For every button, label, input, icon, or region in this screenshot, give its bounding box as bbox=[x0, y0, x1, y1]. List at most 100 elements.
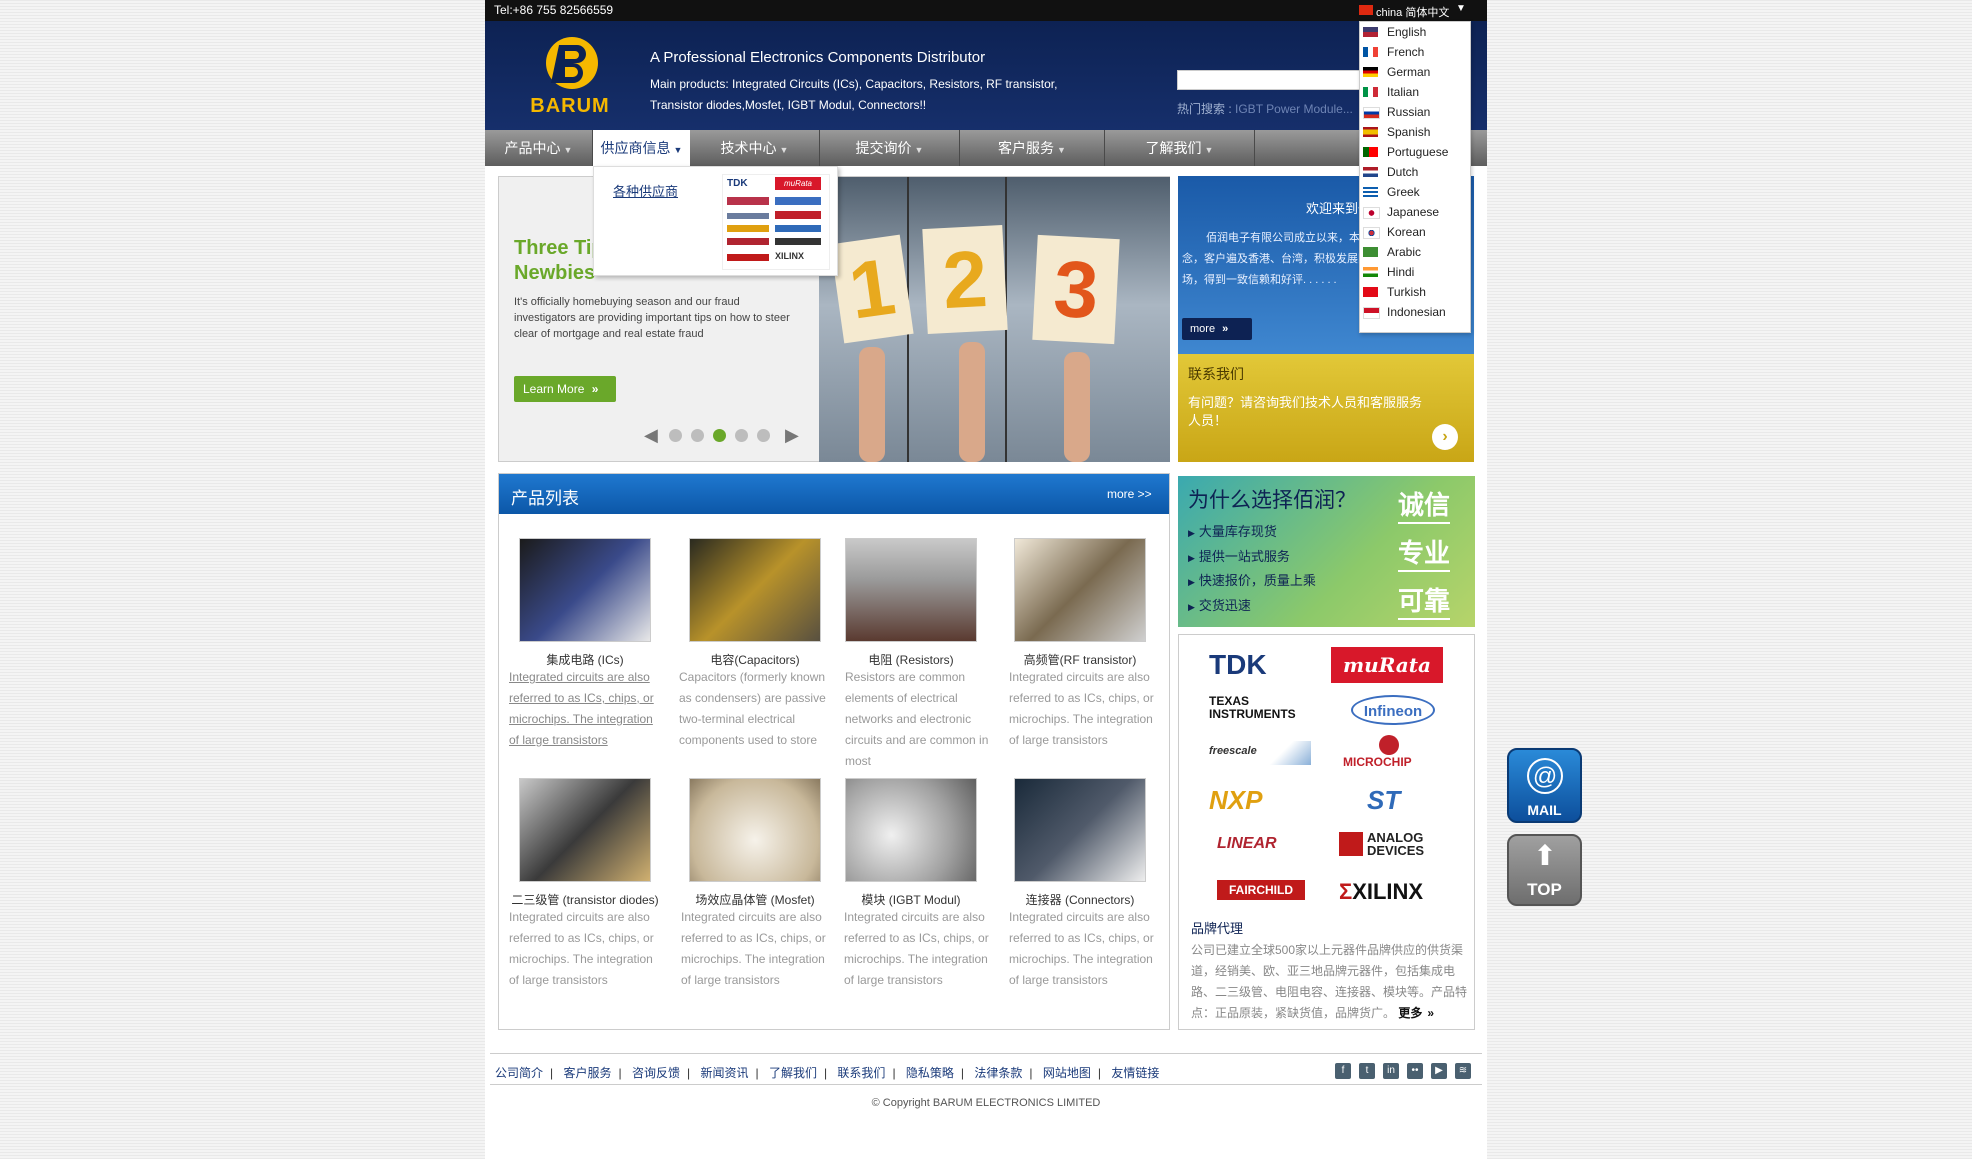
brand-st-logo[interactable]: ST bbox=[1367, 785, 1400, 816]
logo[interactable]: BARUM bbox=[523, 33, 617, 119]
product-name[interactable]: 电阻 (Resistors) bbox=[831, 651, 991, 668]
product-desc[interactable]: Integrated circuits are also referred to… bbox=[509, 667, 664, 751]
prev-arrow-icon[interactable]: ◀ bbox=[644, 425, 658, 446]
footer-link[interactable]: 友情链接 bbox=[1111, 1064, 1159, 1081]
brand-fairchild-logo[interactable]: FAIRCHILD bbox=[1217, 880, 1305, 900]
footer-link[interactable]: 客户服务 bbox=[563, 1064, 611, 1081]
product-image-resistors[interactable] bbox=[845, 538, 977, 642]
nav-item-products[interactable]: 产品中心 ▼ bbox=[485, 130, 593, 166]
product-name[interactable]: 模块 (IGBT Modul) bbox=[831, 891, 991, 908]
triangle-right-icon: ▶ bbox=[1188, 577, 1195, 587]
product-desc: Integrated circuits are also referred to… bbox=[681, 910, 826, 987]
product-name[interactable]: 电容(Capacitors) bbox=[675, 651, 835, 668]
footer-link[interactable]: 隐私策略 bbox=[906, 1064, 954, 1081]
footer-link[interactable]: 公司简介 bbox=[495, 1064, 543, 1081]
language-option[interactable]: English bbox=[1360, 22, 1472, 42]
search-input[interactable] bbox=[1177, 70, 1367, 90]
language-label: German bbox=[1387, 65, 1431, 79]
language-option[interactable]: French bbox=[1360, 42, 1472, 62]
twitter-icon[interactable]: t bbox=[1359, 1063, 1375, 1079]
footer-divider bbox=[490, 1053, 1482, 1054]
product-image-transistor-diodes[interactable] bbox=[519, 778, 651, 882]
kr-flag-icon bbox=[1363, 227, 1380, 239]
brands-more-link[interactable]: 更多 bbox=[1398, 1006, 1422, 1020]
product-name[interactable]: 集成电路 (ICs) bbox=[505, 651, 665, 668]
es-flag-icon bbox=[1363, 127, 1378, 137]
nav-item-service[interactable]: 客户服务 ▼ bbox=[960, 130, 1105, 166]
brand-microchip-small-icon bbox=[775, 211, 821, 219]
fr-flag-icon bbox=[1363, 47, 1378, 57]
product-name[interactable]: 连接器 (Connectors) bbox=[1000, 891, 1160, 908]
footer-link[interactable]: 了解我们 bbox=[769, 1064, 817, 1081]
language-option[interactable]: Korean bbox=[1360, 222, 1472, 242]
brand-nxp-logo[interactable]: NXP bbox=[1209, 785, 1262, 816]
language-option[interactable]: Arabic bbox=[1360, 242, 1472, 262]
slide-dot[interactable] bbox=[669, 429, 682, 442]
slide-dot[interactable] bbox=[735, 429, 748, 442]
footer-link[interactable]: 咨询反馈 bbox=[632, 1064, 680, 1081]
brand-freescale-logo[interactable]: freescale bbox=[1209, 745, 1257, 757]
brand-xilinx-logo[interactable]: ΣXILINX bbox=[1339, 879, 1423, 905]
footer-link[interactable]: 网站地图 bbox=[1043, 1064, 1091, 1081]
product-image-connectors[interactable] bbox=[1014, 778, 1146, 882]
footer-link[interactable]: 联系我们 bbox=[837, 1064, 885, 1081]
language-option[interactable]: Italian bbox=[1360, 82, 1472, 102]
youtube-icon[interactable]: ▶ bbox=[1431, 1063, 1447, 1079]
language-option[interactable]: Russian bbox=[1360, 102, 1472, 122]
slide-dot[interactable] bbox=[757, 429, 770, 442]
learn-more-button[interactable]: Learn More » bbox=[514, 376, 616, 402]
slide-dot[interactable] bbox=[691, 429, 704, 442]
language-option[interactable]: Spanish bbox=[1360, 122, 1472, 142]
brand-linear-logo[interactable]: LINEAR bbox=[1217, 835, 1277, 853]
language-option[interactable]: Hindi bbox=[1360, 262, 1472, 282]
language-option[interactable]: Dutch bbox=[1360, 162, 1472, 182]
language-option[interactable]: Japanese bbox=[1360, 202, 1472, 222]
nav-item-suppliers[interactable]: 供应商信息 ▼ bbox=[593, 130, 690, 166]
arrow-right-circle-icon[interactable]: › bbox=[1432, 424, 1458, 450]
facebook-icon[interactable]: f bbox=[1335, 1063, 1351, 1079]
product-name[interactable]: 二三级管 (transistor diodes) bbox=[505, 891, 665, 908]
footer-link[interactable]: 新闻资讯 bbox=[700, 1064, 748, 1081]
product-name[interactable]: 场效应晶体管 (Mosfet) bbox=[675, 891, 835, 908]
brand-ti-logo[interactable]: TEXAS INSTRUMENTS bbox=[1209, 695, 1309, 721]
language-option[interactable]: Turkish bbox=[1360, 282, 1472, 302]
product-image-mosfet[interactable] bbox=[689, 778, 821, 882]
hot-search-link[interactable]: IGBT Power Module... bbox=[1235, 102, 1353, 116]
product-image-rf-transistor[interactable] bbox=[1014, 538, 1146, 642]
language-label: Italian bbox=[1387, 85, 1420, 99]
brand-murata-logo[interactable]: muRata bbox=[1331, 647, 1443, 683]
brand-st-small-icon bbox=[775, 225, 821, 232]
product-image-ics[interactable] bbox=[519, 538, 651, 642]
brand-microchip-logo[interactable]: MICROCHIP bbox=[1343, 755, 1412, 769]
linkedin-icon[interactable]: in bbox=[1383, 1063, 1399, 1079]
at-sign-icon: @ bbox=[1527, 758, 1563, 794]
language-option[interactable]: Greek bbox=[1360, 182, 1472, 202]
nav-label: 提交询价 bbox=[855, 140, 912, 156]
brand-tdk-logo[interactable]: TDK bbox=[1209, 649, 1267, 681]
brand-analog-logo[interactable]: ANALOG DEVICES bbox=[1367, 831, 1437, 857]
slide-dot-active[interactable] bbox=[713, 429, 726, 442]
footer-link[interactable]: 法律条款 bbox=[974, 1064, 1022, 1081]
language-option[interactable]: Portuguese bbox=[1360, 142, 1472, 162]
next-arrow-icon[interactable]: ▶ bbox=[785, 425, 799, 446]
rss-icon[interactable]: ≋ bbox=[1455, 1063, 1471, 1079]
product-image-capacitors[interactable] bbox=[689, 538, 821, 642]
mail-float-button[interactable]: @ MAIL bbox=[1507, 748, 1582, 823]
nav-item-about[interactable]: 了解我们 ▼ bbox=[1105, 130, 1255, 166]
language-option[interactable]: Indonesian bbox=[1360, 302, 1472, 322]
language-selector[interactable]: china 简体中文 ▼ bbox=[1359, 0, 1467, 21]
double-chevron-right-icon: » bbox=[591, 382, 599, 396]
product-list-more[interactable]: more >> bbox=[1107, 487, 1152, 501]
brand-infineon-logo[interactable]: Infineon bbox=[1351, 695, 1435, 725]
nav-item-inquiry[interactable]: 提交询价 ▼ bbox=[820, 130, 960, 166]
footer-divider bbox=[490, 1084, 1482, 1085]
more-button[interactable]: more » bbox=[1182, 318, 1252, 340]
product-desc: Capacitors (formerly known as condensers… bbox=[679, 670, 826, 747]
flickr-icon[interactable]: •• bbox=[1407, 1063, 1423, 1079]
product-name[interactable]: 高频管(RF transistor) bbox=[1000, 651, 1160, 668]
nav-item-tech[interactable]: 技术中心 ▼ bbox=[690, 130, 820, 166]
language-option[interactable]: German bbox=[1360, 62, 1472, 82]
top-float-button[interactable]: ⬆ TOP bbox=[1507, 834, 1582, 906]
product-image-igbt-modul[interactable] bbox=[845, 778, 977, 882]
suppliers-link[interactable]: 各种供应商 bbox=[613, 181, 678, 200]
